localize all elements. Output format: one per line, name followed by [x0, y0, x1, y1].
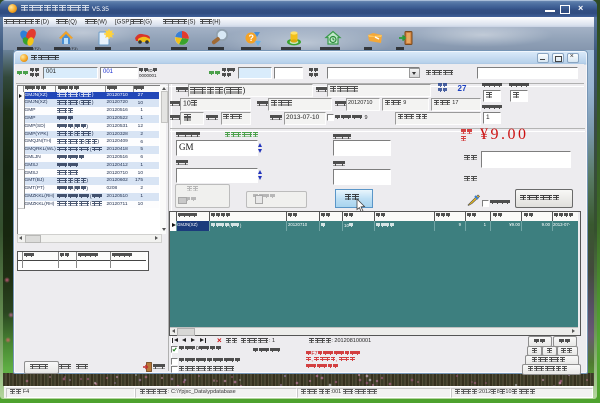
svg-text:?: ?	[249, 33, 255, 43]
